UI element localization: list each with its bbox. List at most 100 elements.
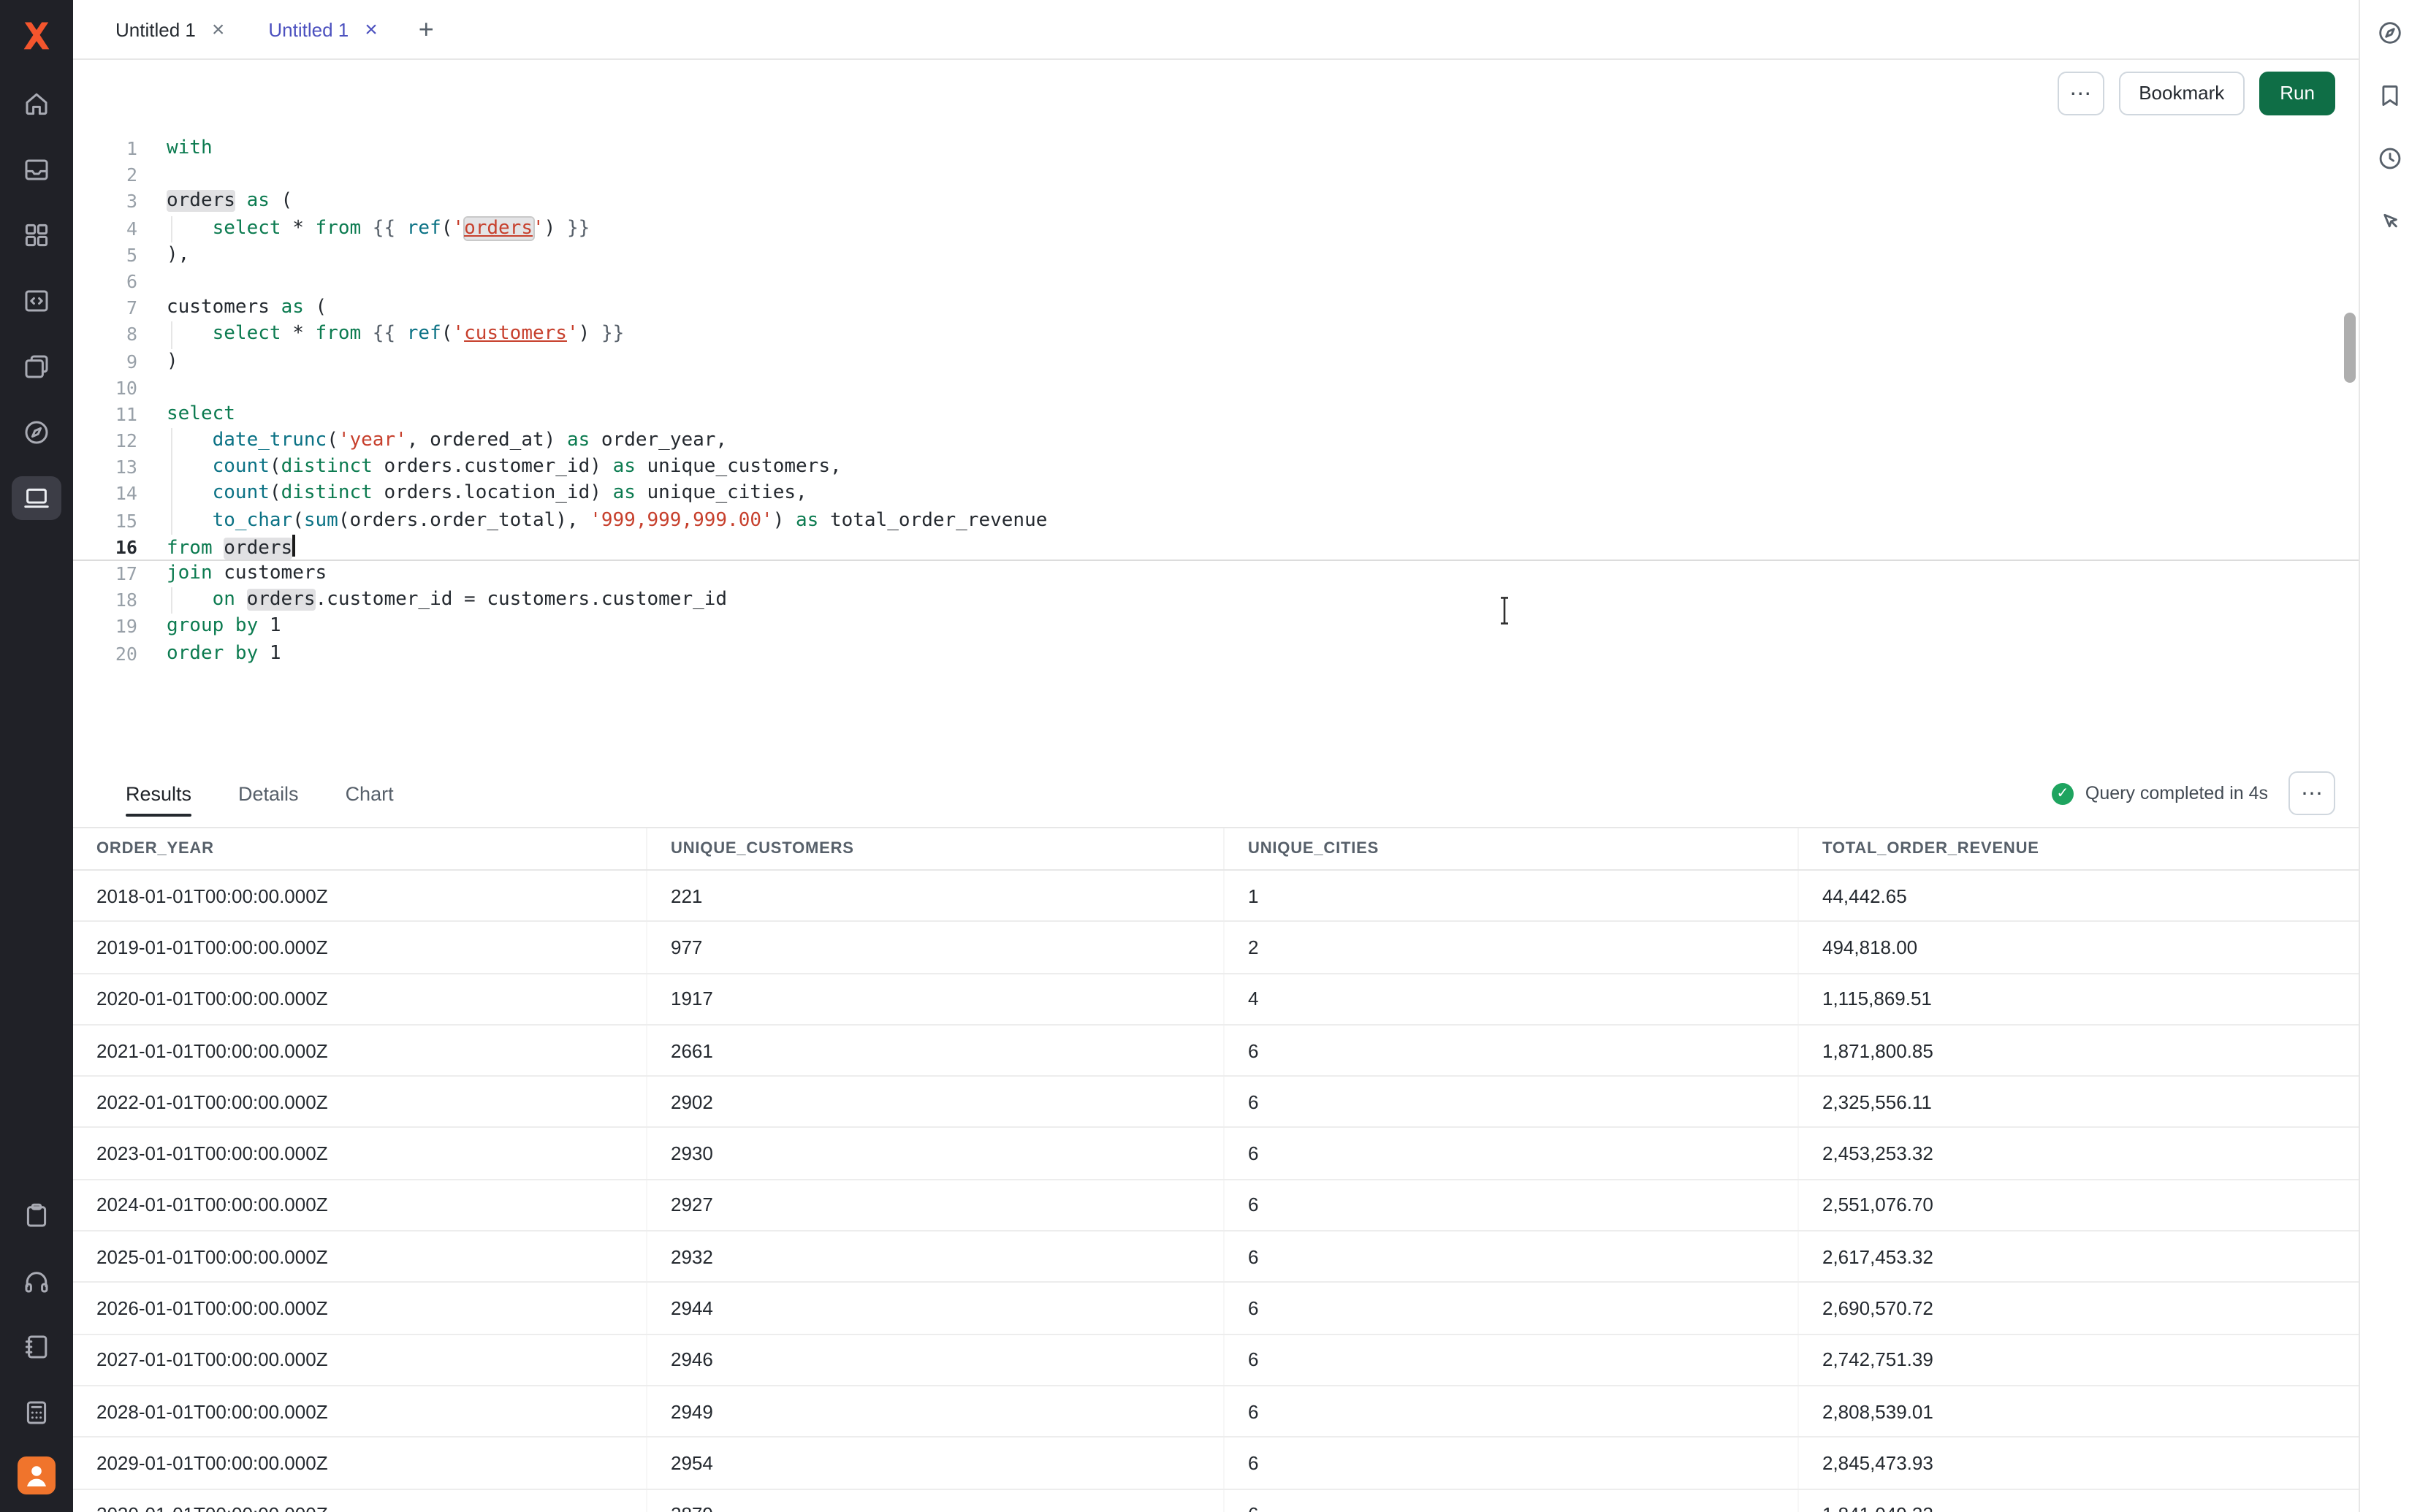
table-cell: 977 bbox=[647, 923, 1225, 973]
code-line-5[interactable]: 5), bbox=[73, 243, 2359, 269]
run-button[interactable]: Run bbox=[2259, 71, 2335, 115]
file-tab-bar: Untitled 1 × Untitled 1 × + bbox=[73, 0, 2359, 60]
right-panel-item-bookmarks[interactable] bbox=[2371, 76, 2409, 114]
table-row[interactable]: 2025-01-01T00:00:00.000Z293262,617,453.3… bbox=[73, 1232, 2359, 1283]
file-tab-1[interactable]: Untitled 1 × bbox=[94, 0, 246, 58]
table-row[interactable]: 2028-01-01T00:00:00.000Z294962,808,539.0… bbox=[73, 1386, 2359, 1438]
table-row[interactable]: 2026-01-01T00:00:00.000Z294462,690,570.7… bbox=[73, 1283, 2359, 1335]
table-cell: 2954 bbox=[647, 1438, 1225, 1489]
code-line-7[interactable]: 7customers as ( bbox=[73, 295, 2359, 321]
sidebar-item-calculator[interactable] bbox=[12, 1391, 61, 1435]
sidebar-item-explore[interactable] bbox=[12, 411, 61, 454]
results-tab-details[interactable]: Details bbox=[238, 760, 299, 827]
table-row[interactable]: 2029-01-01T00:00:00.000Z295462,845,473.9… bbox=[73, 1438, 2359, 1490]
docs-icon bbox=[22, 1332, 51, 1362]
line-number: 2 bbox=[73, 162, 137, 188]
table-row[interactable]: 2019-01-01T00:00:00.000Z9772494,818.00 bbox=[73, 923, 2359, 974]
sidebar-item-data-sources[interactable] bbox=[12, 148, 61, 191]
table-cell: 6 bbox=[1225, 1232, 1799, 1282]
table-row[interactable]: 2027-01-01T00:00:00.000Z294662,742,751.3… bbox=[73, 1335, 2359, 1386]
table-cell: 2027-01-01T00:00:00.000Z bbox=[73, 1335, 647, 1385]
table-cell: 494,818.00 bbox=[1799, 923, 2359, 973]
table-cell: 2,690,570.72 bbox=[1799, 1283, 2359, 1334]
results-tab-chart[interactable]: Chart bbox=[346, 760, 394, 827]
table-row[interactable]: 2020-01-01T00:00:00.000Z191741,115,869.5… bbox=[73, 974, 2359, 1026]
line-number: 20 bbox=[73, 641, 137, 667]
line-number: 19 bbox=[73, 614, 137, 641]
code-text: to_char(sum(orders.order_total), '999,99… bbox=[167, 508, 2359, 534]
right-panel-item-selection-tool[interactable] bbox=[2371, 202, 2409, 240]
editor-scrollbar-thumb[interactable] bbox=[2344, 313, 2356, 383]
table-row[interactable]: 2024-01-01T00:00:00.000Z292762,551,076.7… bbox=[73, 1180, 2359, 1232]
table-row[interactable]: 2021-01-01T00:00:00.000Z266161,871,800.8… bbox=[73, 1026, 2359, 1077]
code-text: with bbox=[167, 136, 2359, 162]
sidebar-item-code-editor[interactable] bbox=[12, 279, 61, 323]
code-line-19[interactable]: 19group by 1 bbox=[73, 614, 2359, 641]
code-line-3[interactable]: 3orders as ( bbox=[73, 189, 2359, 215]
sidebar-nav-top bbox=[12, 82, 61, 520]
table-row[interactable]: 2030-01-01T00:00:00.000Z287961,841,049.3… bbox=[73, 1489, 2359, 1512]
column-header-total_order_revenue[interactable]: TOTAL_ORDER_REVENUE bbox=[1799, 828, 2359, 869]
table-row[interactable]: 2018-01-01T00:00:00.000Z221144,442.65 bbox=[73, 871, 2359, 923]
column-header-order_year[interactable]: ORDER_YEAR bbox=[73, 828, 647, 869]
file-tab-2[interactable]: Untitled 1 × bbox=[246, 0, 399, 58]
code-line-13[interactable]: 13 count(distinct orders.customer_id) as… bbox=[73, 455, 2359, 481]
bookmark-button[interactable]: Bookmark bbox=[2118, 71, 2245, 115]
code-line-15[interactable]: 15 to_char(sum(orders.order_total), '999… bbox=[73, 508, 2359, 534]
app-logo-icon[interactable] bbox=[15, 15, 58, 58]
sidebar-item-studio[interactable] bbox=[12, 476, 61, 520]
code-line-8[interactable]: 8 select * from {{ ref('customers') }} bbox=[73, 322, 2359, 348]
table-cell: 6 bbox=[1225, 1489, 1799, 1512]
code-line-1[interactable]: 1with bbox=[73, 136, 2359, 162]
code-line-16[interactable]: 16from orders bbox=[73, 535, 2359, 561]
windows-icon bbox=[22, 352, 51, 381]
code-line-10[interactable]: 10 bbox=[73, 375, 2359, 401]
close-icon[interactable]: × bbox=[212, 18, 225, 40]
code-line-14[interactable]: 14 count(distinct orders.location_id) as… bbox=[73, 481, 2359, 508]
table-cell: 2946 bbox=[647, 1335, 1225, 1385]
code-line-17[interactable]: 17join customers bbox=[73, 561, 2359, 587]
sidebar-nav-bottom bbox=[12, 1194, 61, 1435]
file-tab-label: Untitled 1 bbox=[268, 18, 349, 40]
line-number: 4 bbox=[73, 215, 137, 242]
column-header-unique_cities[interactable]: UNIQUE_CITIES bbox=[1225, 828, 1799, 869]
code-line-4[interactable]: 4 select * from {{ ref('orders') }} bbox=[73, 215, 2359, 242]
code-line-20[interactable]: 20order by 1 bbox=[73, 641, 2359, 667]
code-line-6[interactable]: 6 bbox=[73, 269, 2359, 295]
table-cell: 4 bbox=[1225, 974, 1799, 1024]
code-line-12[interactable]: 12 date_trunc('year', ordered_at) as ord… bbox=[73, 428, 2359, 454]
file-tab-label: Untitled 1 bbox=[115, 18, 196, 40]
sidebar-item-docs[interactable] bbox=[12, 1325, 61, 1369]
history-icon bbox=[2376, 144, 2404, 172]
new-tab-button[interactable]: + bbox=[419, 16, 434, 42]
selection-tool-icon bbox=[2376, 207, 2404, 234]
code-line-18[interactable]: 18 on orders.customer_id = customers.cus… bbox=[73, 587, 2359, 614]
table-cell: 6 bbox=[1225, 1283, 1799, 1334]
code-line-11[interactable]: 11select bbox=[73, 402, 2359, 428]
sidebar-item-apps-grid[interactable] bbox=[12, 213, 61, 257]
tasks-icon bbox=[22, 1201, 51, 1230]
line-number: 5 bbox=[73, 243, 137, 269]
results-more-button[interactable]: ⋯ bbox=[2288, 771, 2335, 815]
sidebar-item-tasks[interactable] bbox=[12, 1194, 61, 1237]
sidebar-item-support[interactable] bbox=[12, 1259, 61, 1303]
sidebar-item-home[interactable] bbox=[12, 82, 61, 126]
table-row[interactable]: 2022-01-01T00:00:00.000Z290262,325,556.1… bbox=[73, 1077, 2359, 1129]
sidebar-item-windows[interactable] bbox=[12, 345, 61, 389]
right-panel-item-history[interactable] bbox=[2371, 139, 2409, 177]
more-options-button[interactable]: ⋯ bbox=[2057, 71, 2104, 115]
table-cell: 2,325,556.11 bbox=[1799, 1077, 2359, 1127]
column-header-unique_customers[interactable]: UNIQUE_CUSTOMERS bbox=[647, 828, 1225, 869]
table-cell: 2022-01-01T00:00:00.000Z bbox=[73, 1077, 647, 1127]
line-number: 12 bbox=[73, 428, 137, 454]
user-avatar[interactable] bbox=[18, 1456, 56, 1494]
explore-icon bbox=[2376, 18, 2404, 46]
table-row[interactable]: 2023-01-01T00:00:00.000Z293062,453,253.3… bbox=[73, 1129, 2359, 1180]
results-table-header: ORDER_YEARUNIQUE_CUSTOMERSUNIQUE_CITIEST… bbox=[73, 827, 2359, 871]
results-tab-results[interactable]: Results bbox=[126, 760, 191, 827]
right-panel-item-explore[interactable] bbox=[2371, 13, 2409, 51]
sql-editor[interactable]: 1with23orders as (4 select * from {{ ref… bbox=[73, 126, 2359, 760]
code-line-9[interactable]: 9) bbox=[73, 348, 2359, 375]
code-line-2[interactable]: 2 bbox=[73, 162, 2359, 188]
close-icon[interactable]: × bbox=[365, 18, 378, 40]
